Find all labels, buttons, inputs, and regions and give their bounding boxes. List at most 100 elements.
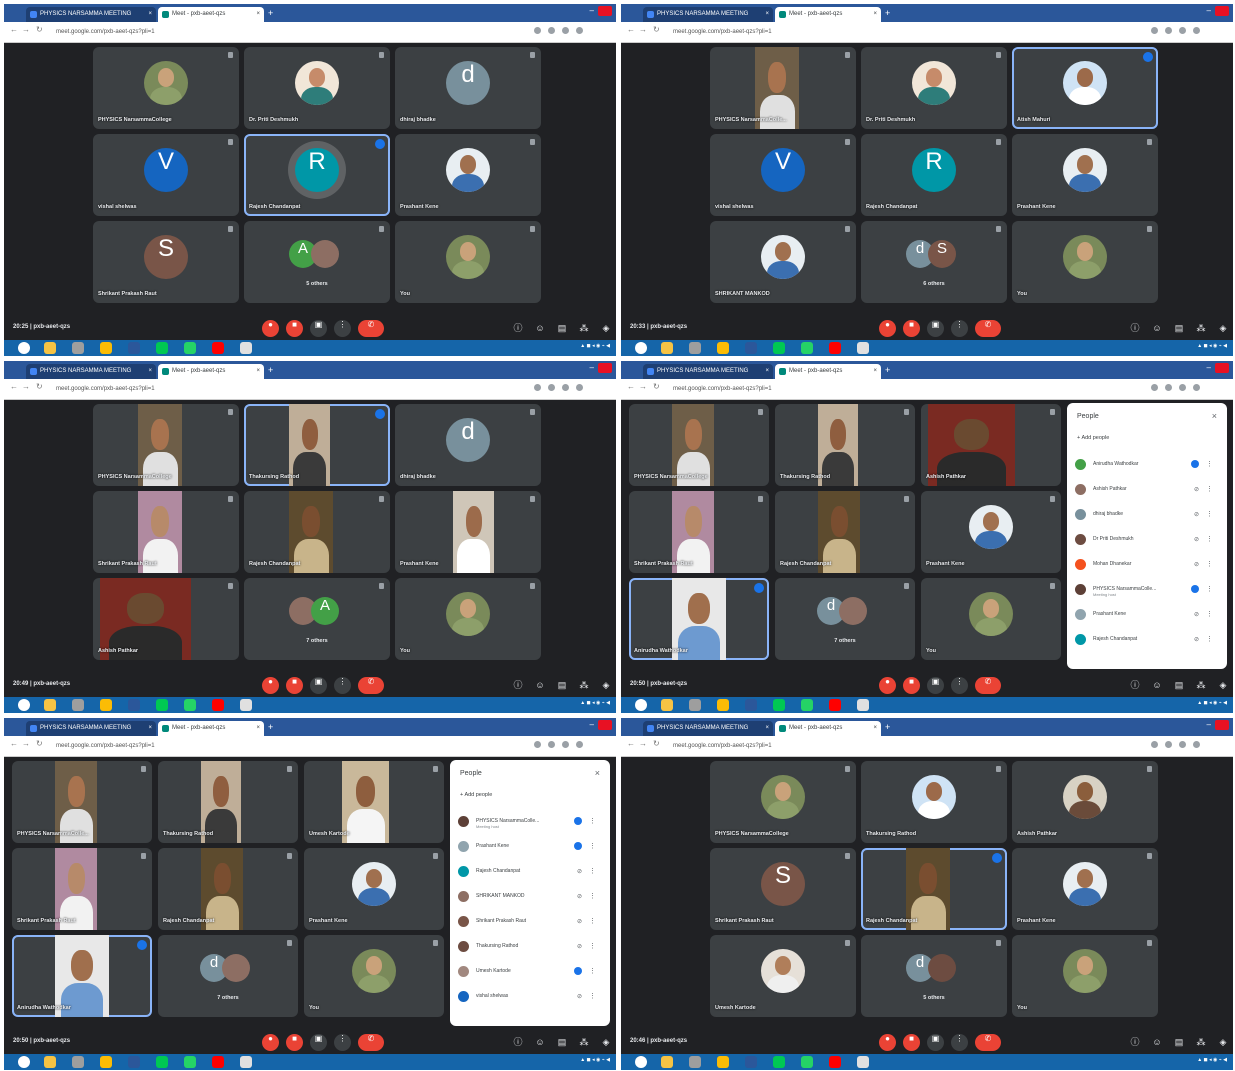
- present-screen-icon[interactable]: ▣: [927, 320, 944, 337]
- pin-icon[interactable]: [1147, 139, 1152, 145]
- star-icon[interactable]: [562, 741, 569, 748]
- extension-icon[interactable]: [548, 384, 555, 391]
- word-icon[interactable]: [745, 1056, 757, 1068]
- forward-arrow-icon[interactable]: →: [639, 739, 647, 748]
- star-icon[interactable]: [562, 384, 569, 391]
- participant-tile[interactable]: Dr. Priti Deshmukh: [861, 47, 1007, 129]
- mic-off-icon[interactable]: ●: [879, 677, 896, 694]
- minimize-icon[interactable]: –: [1207, 720, 1211, 729]
- youtube-icon[interactable]: [212, 1056, 224, 1068]
- pin-icon[interactable]: [904, 496, 909, 502]
- participant-tile[interactable]: You: [1012, 221, 1158, 303]
- window-close-icon[interactable]: [598, 720, 612, 730]
- youtube-icon[interactable]: [212, 699, 224, 711]
- window-close-icon[interactable]: [1215, 363, 1229, 373]
- reload-icon[interactable]: ↻: [36, 382, 43, 391]
- chat-icon[interactable]: ▤: [1173, 322, 1185, 334]
- chrome-active-icon[interactable]: [857, 342, 869, 354]
- people-list-item[interactable]: Prashant Kene ⋮: [458, 837, 604, 857]
- people-list-item[interactable]: Mohan Dhanekar ⊘ ⋮: [1075, 555, 1221, 575]
- participant-tile[interactable]: A 7 others: [244, 578, 390, 660]
- star-icon[interactable]: [1179, 27, 1186, 34]
- people-list-item[interactable]: Prashant Kene ⊘ ⋮: [1075, 605, 1221, 625]
- close-tab-icon[interactable]: ×: [148, 721, 152, 736]
- participant-tile[interactable]: dS 6 others: [861, 221, 1007, 303]
- pin-icon[interactable]: [1147, 226, 1152, 232]
- chrome-active-icon[interactable]: [240, 1056, 252, 1068]
- pin-icon[interactable]: [996, 940, 1001, 946]
- more-options-icon[interactable]: ⋮: [589, 892, 596, 900]
- tab-meet[interactable]: Meet - pxb-aeet-qzs ×: [775, 721, 881, 736]
- file-explorer-icon[interactable]: [44, 1056, 56, 1068]
- word-icon[interactable]: [745, 342, 757, 354]
- word-icon[interactable]: [128, 1056, 140, 1068]
- back-arrow-icon[interactable]: ←: [10, 25, 18, 34]
- window-close-icon[interactable]: [598, 6, 612, 16]
- chrome-icon[interactable]: [100, 699, 112, 711]
- tab-meeting-list[interactable]: PHYSICS NARSAMMA MEETING ×: [26, 7, 156, 22]
- participant-tile[interactable]: Vvishal shelwas: [93, 134, 239, 216]
- more-options-icon[interactable]: ⋮: [334, 677, 351, 694]
- present-screen-icon[interactable]: ▣: [310, 677, 327, 694]
- chrome-icon[interactable]: [717, 342, 729, 354]
- whatsapp-icon[interactable]: [184, 1056, 196, 1068]
- youtube-icon[interactable]: [829, 699, 841, 711]
- pin-icon[interactable]: [904, 409, 909, 415]
- file-explorer-icon[interactable]: [661, 342, 673, 354]
- participant-tile[interactable]: Ashish Pathkar: [921, 404, 1061, 486]
- participant-tile[interactable]: You: [921, 578, 1061, 660]
- more-options-icon[interactable]: ⋮: [1206, 635, 1213, 643]
- word-icon[interactable]: [745, 699, 757, 711]
- participant-tile[interactable]: d dhiraj bhadke: [395, 47, 541, 129]
- participant-tile[interactable]: PHYSICS NarsammaCollege: [93, 47, 239, 129]
- info-icon[interactable]: ⓘ: [1129, 1036, 1141, 1048]
- close-tab-icon[interactable]: ×: [873, 364, 877, 379]
- participant-tile[interactable]: You: [395, 578, 541, 660]
- hp-start-icon[interactable]: [18, 699, 30, 711]
- participant-tile[interactable]: Prashant Kene: [1012, 848, 1158, 930]
- camera-icon[interactable]: [534, 27, 541, 34]
- pin-icon[interactable]: [379, 52, 384, 58]
- camera-off-icon[interactable]: ■: [903, 1034, 920, 1051]
- info-icon[interactable]: ⓘ: [512, 322, 524, 334]
- media-player-icon[interactable]: [689, 1056, 701, 1068]
- chrome-active-icon[interactable]: [857, 699, 869, 711]
- more-options-icon[interactable]: ⋮: [1206, 535, 1213, 543]
- leave-call-button[interactable]: ✆: [975, 1034, 1001, 1051]
- chrome-active-icon[interactable]: [240, 342, 252, 354]
- pin-icon[interactable]: [379, 583, 384, 589]
- pin-icon[interactable]: [379, 496, 384, 502]
- file-explorer-icon[interactable]: [661, 699, 673, 711]
- participant-tile[interactable]: Shrikant Prakash Raut: [629, 491, 769, 573]
- pin-icon[interactable]: [904, 583, 909, 589]
- close-tab-icon[interactable]: ×: [873, 7, 877, 22]
- pin-icon[interactable]: [530, 496, 535, 502]
- chrome-active-icon[interactable]: [857, 1056, 869, 1068]
- forward-arrow-icon[interactable]: →: [22, 739, 30, 748]
- hp-start-icon[interactable]: [635, 1056, 647, 1068]
- activities-icon[interactable]: ⁂: [1195, 322, 1207, 334]
- participant-tile[interactable]: Rajesh Chandanpat: [861, 848, 1007, 930]
- pin-icon[interactable]: [379, 226, 384, 232]
- forward-arrow-icon[interactable]: →: [639, 382, 647, 391]
- people-list-item[interactable]: PHYSICS NarsammaColle... Meeting host ⋮: [458, 812, 604, 832]
- participant-tile[interactable]: R Rajesh Chandanpat: [861, 134, 1007, 216]
- pin-icon[interactable]: [228, 583, 233, 589]
- camera-off-icon[interactable]: ■: [286, 320, 303, 337]
- pin-icon[interactable]: [996, 139, 1001, 145]
- people-list-item[interactable]: Rajesh Chandanpat ⊘ ⋮: [458, 862, 604, 882]
- more-options-icon[interactable]: ⋮: [1206, 460, 1213, 468]
- camera-icon[interactable]: [1151, 384, 1158, 391]
- participant-tile[interactable]: PHYSICS NarsammaCollege: [710, 761, 856, 843]
- pin-icon[interactable]: [228, 409, 233, 415]
- shield-icon[interactable]: ◈: [1217, 679, 1229, 691]
- more-options-icon[interactable]: ⋮: [589, 917, 596, 925]
- participant-tile[interactable]: PHYSICS NarsammaCollege: [629, 404, 769, 486]
- star-icon[interactable]: [1179, 384, 1186, 391]
- tab-meeting-list[interactable]: PHYSICS NARSAMMA MEETING ×: [26, 364, 156, 379]
- new-tab-plus-icon[interactable]: +: [885, 7, 890, 19]
- pin-icon[interactable]: [433, 940, 438, 946]
- participant-tile[interactable]: Umesh Kartode: [304, 761, 444, 843]
- url-field[interactable]: meet.google.com/pxb-aeet-qzs?pli=1: [673, 383, 1053, 395]
- camera-icon[interactable]: [534, 384, 541, 391]
